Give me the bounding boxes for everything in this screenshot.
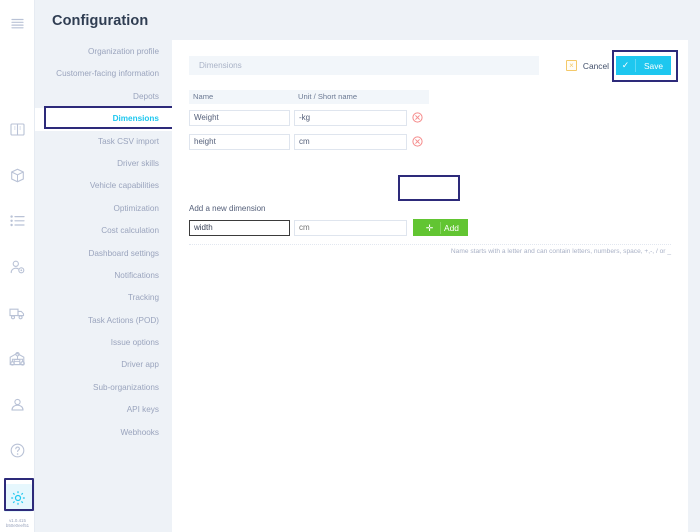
rail-bottom-group: v1.0.415 b50e0eef51 [0,346,35,532]
nav-item-notifications[interactable]: Notifications [35,265,172,287]
configuration-nav-list: Organization profile Customer-facing info… [35,41,172,444]
check-icon: ✓ [616,59,636,72]
dimension-name-input[interactable] [189,133,290,150]
version-hash: b50e0eef51 [5,523,30,529]
cancel-button[interactable]: × Cancel [562,56,616,75]
new-dimension-unit-input[interactable] [294,219,407,236]
nav-item-dashboard-settings[interactable]: Dashboard settings [35,243,172,265]
nav-item-issue-options[interactable]: Issue options [35,332,172,354]
table-body [189,107,429,152]
dimension-name-input[interactable] [189,109,290,126]
nav-item-customer-facing-information[interactable]: Customer-facing information [35,63,172,85]
name-validation-hint: Name starts with a letter and can contai… [450,248,671,255]
new-dimension-name-input[interactable] [189,219,290,236]
table-row [189,107,429,128]
add-dimension-row: ✛ Add [189,219,468,236]
nav-item-driver-skills[interactable]: Driver skills [35,153,172,175]
save-button-label: Save [643,60,664,71]
delete-row-icon[interactable] [412,136,423,147]
nav-item-sub-organizations[interactable]: Sub-organizations [35,377,172,399]
dimension-unit-input[interactable] [294,133,407,150]
rail-top-group [4,10,30,56]
add-dimension-button[interactable]: ✛ Add [413,219,468,236]
nav-item-driver-app[interactable]: Driver app [35,354,172,376]
dimensions-title-input[interactable] [189,56,539,75]
plus-icon: ✛ [419,221,441,234]
page-title: Configuration [52,13,149,29]
nav-item-cost-calculation[interactable]: Cost calculation [35,220,172,242]
delete-row-icon[interactable] [412,112,423,123]
settings-gear-icon[interactable] [3,483,32,512]
package-box-icon[interactable] [4,162,30,188]
add-button-label: Add [444,222,459,233]
nav-item-tracking[interactable]: Tracking [35,287,172,309]
nav-item-task-csv-import[interactable]: Task CSV import [35,131,172,153]
users-group-icon[interactable] [5,392,31,418]
left-icon-rail: v1.0.415 b50e0eef51 [0,0,35,532]
column-header-unit: Unit / Short name [298,92,358,101]
table-row [189,131,429,152]
cancel-button-label: Cancel [582,60,609,71]
nav-item-organization-profile[interactable]: Organization profile [35,41,172,63]
nav-item-api-keys[interactable]: API keys [35,399,172,421]
dimensions-table: Name Unit / Short name [189,90,429,152]
dimension-unit-input[interactable] [294,109,407,126]
nav-item-depots[interactable]: Depots [35,86,172,108]
table-header-row: Name Unit / Short name [189,90,429,104]
nav-item-task-actions-pod[interactable]: Task Actions (POD) [35,310,172,332]
sub-organizations-hierarchy-icon[interactable] [5,346,31,372]
configuration-nav: Configuration Organization profile Custom… [35,0,172,532]
hamburger-menu-icon[interactable] [4,10,30,36]
hint-separator [189,244,671,245]
header-actions: × Cancel ✓ Save [562,56,671,75]
column-header-actions [411,90,429,104]
nav-item-vehicle-capabilities[interactable]: Vehicle capabilities [35,175,172,197]
task-list-icon[interactable] [4,208,30,234]
close-icon: × [565,60,577,71]
add-dimension-label: Add a new dimension [189,204,266,213]
save-button[interactable]: ✓ Save [616,56,671,75]
nav-item-webhooks[interactable]: Webhooks [35,422,172,444]
app-version: v1.0.415 b50e0eef51 [6,518,29,529]
page-right-margin [688,0,700,532]
vehicle-truck-icon[interactable] [4,300,30,326]
help-question-icon[interactable] [5,438,31,464]
nav-item-optimization[interactable]: Optimization [35,198,172,220]
nav-item-dimensions[interactable]: Dimensions [35,108,172,131]
panel-header-row: × Cancel ✓ Save [189,56,671,75]
main-content-panel: × Cancel ✓ Save Name Unit / Short name A… [172,40,688,532]
app-root: v1.0.415 b50e0eef51 Configuration Organi… [0,0,700,532]
book-dashboard-icon[interactable] [4,116,30,142]
column-header-name: Name [193,92,214,101]
driver-user-gear-icon[interactable] [4,254,30,280]
